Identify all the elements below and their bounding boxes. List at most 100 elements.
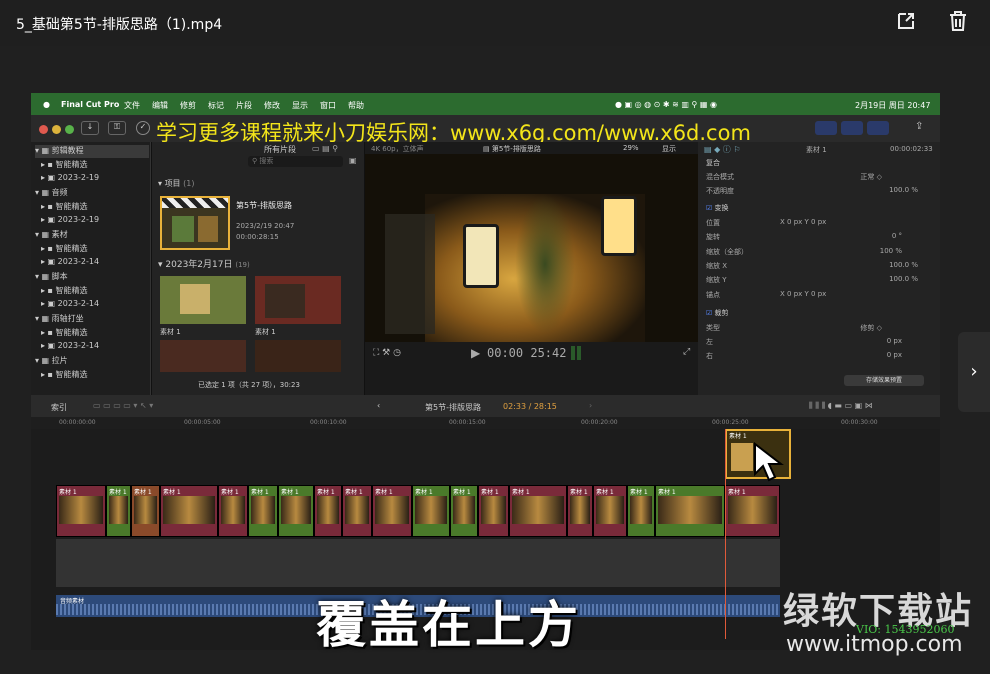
menu-window[interactable]: 窗口 <box>320 100 336 111</box>
timeline-clip[interactable]: 素材 1 <box>218 485 248 537</box>
search-input[interactable]: ⚲ 搜索 <box>248 156 343 167</box>
timeline-clip[interactable]: 素材 1 <box>314 485 342 537</box>
viewer-zoom[interactable]: 29% <box>623 144 639 152</box>
filmstrip-icon[interactable]: ▣ <box>349 156 357 165</box>
library-item[interactable]: ▸ ▪ 智能精选 <box>41 159 88 172</box>
history-back-icon[interactable]: ‹ <box>377 401 380 410</box>
import-icon[interactable]: ↓ <box>81 121 99 135</box>
inspector-row[interactable]: 旋转 0 ° <box>706 232 932 245</box>
minimize-window-button[interactable] <box>52 125 61 134</box>
library-item[interactable]: ▸ ▣ 2023-2-19 <box>41 215 99 228</box>
timeline-clip[interactable]: 素材 1 <box>278 485 314 537</box>
zoom-window-button[interactable] <box>65 125 74 134</box>
inspector-row[interactable]: 右0 px <box>706 351 932 364</box>
inspector-row[interactable]: 位置 X 0 px Y 0 px <box>706 218 932 231</box>
inspector-row[interactable]: 缩放 X 100.0 % <box>706 261 932 274</box>
library-item[interactable]: ▸ ▣ 2023-2-19 <box>41 173 99 186</box>
timeline-clip-label: 素材 1 <box>375 489 393 496</box>
timeline-clip[interactable]: 素材 1 <box>509 485 567 537</box>
check-icon[interactable]: ✓ <box>136 121 150 135</box>
timeline-clip[interactable]: 素材 1 <box>627 485 655 537</box>
share-icon[interactable] <box>894 10 918 34</box>
library-toggle-icon[interactable] <box>815 121 837 135</box>
share-export-icon[interactable]: ⇪ <box>915 121 931 135</box>
save-preset-button[interactable]: 存储效果预置 <box>844 375 924 386</box>
timeline-project[interactable]: 第5节-排版思路 <box>425 402 481 413</box>
timeline-clip[interactable]: 素材 1 <box>372 485 412 537</box>
history-forward-icon[interactable]: › <box>589 401 592 410</box>
fullscreen-icon[interactable]: ⤢ <box>683 347 690 357</box>
trash-icon[interactable] <box>946 10 970 34</box>
library-item[interactable]: ▾ ▦ 雨轴打坐 <box>35 313 84 326</box>
timeline-clip[interactable]: 素材 1 <box>478 485 509 537</box>
index-button[interactable]: 索引 <box>51 402 67 413</box>
timeline-clip[interactable]: 素材 1 <box>131 485 160 537</box>
library-item[interactable]: ▾ ▦ 素材 <box>35 229 68 242</box>
viewer-tools-icons[interactable]: ⛶ ⚒ ◷ <box>373 348 401 358</box>
timeline-clip[interactable]: 素材 1 <box>725 485 780 537</box>
menu-file[interactable]: 文件 <box>124 100 140 111</box>
timeline-clip[interactable]: 素材 1 <box>412 485 450 537</box>
play-icon[interactable]: ▶ <box>471 346 480 360</box>
menu-mark[interactable]: 标记 <box>208 100 224 111</box>
library-item[interactable]: ▸ ▪ 智能精选 <box>41 201 88 214</box>
playhead[interactable] <box>725 429 726 639</box>
key-icon[interactable]: ⚿ <box>108 121 126 135</box>
library-item[interactable]: ▾ ▦ 拉片 <box>35 355 68 368</box>
project-thumbnail[interactable] <box>160 196 230 250</box>
clip-thumbnail[interactable] <box>255 276 341 324</box>
clip-thumbnail[interactable] <box>160 276 246 324</box>
app-menu[interactable]: Final Cut Pro <box>61 100 119 109</box>
inspector-section[interactable]: ☑ 裁剪 <box>706 308 932 321</box>
inspector-row[interactable]: 锚点 X 0 px Y 0 px <box>706 290 932 303</box>
inspector-row[interactable]: 类型 修剪 ◇ <box>706 323 932 336</box>
library-item[interactable]: ▸ ▣ 2023-2-14 <box>41 299 99 312</box>
inspector-section[interactable]: ☑ 变换 <box>706 203 932 216</box>
inspector-row[interactable]: 缩放（全部） 100 % <box>706 247 932 260</box>
library-item[interactable]: ▾ ▦ 音频 <box>35 187 68 200</box>
inspector-tab-icons[interactable]: ▤ ◆ ⓘ ⚐ <box>704 144 741 155</box>
menu-help[interactable]: 帮助 <box>348 100 364 111</box>
library-item[interactable]: ▾ ▦ 剪辑教程 <box>35 145 149 158</box>
timeline-clip[interactable]: 素材 1 <box>56 485 106 537</box>
browser-view-icons[interactable]: ▭ ▤ ⚲ <box>312 144 338 153</box>
library-item[interactable]: ▸ ▪ 智能精选 <box>41 327 88 340</box>
library-item[interactable]: ▾ ▦ 脚本 <box>35 271 68 284</box>
menu-view[interactable]: 显示 <box>292 100 308 111</box>
close-window-button[interactable] <box>39 125 48 134</box>
timeline-clip[interactable]: 素材 1 <box>593 485 627 537</box>
timeline-clip[interactable]: 素材 1 <box>567 485 593 537</box>
inspector-toggle-icon[interactable] <box>867 121 889 135</box>
inspector-row[interactable]: 缩放 Y 100.0 % <box>706 275 932 288</box>
library-item[interactable]: ▸ ▪ 智能精选 <box>41 369 88 382</box>
timeline-clip[interactable]: 素材 1 <box>655 485 725 537</box>
clip-thumbnail[interactable] <box>160 340 246 372</box>
timeline-toggle-icon[interactable] <box>841 121 863 135</box>
inspector-row[interactable]: 左0 px <box>706 337 932 350</box>
viewer-display[interactable]: 显示 <box>662 144 676 154</box>
menu-edit[interactable]: 编辑 <box>152 100 168 111</box>
video-frame[interactable]: ● Final Cut Pro 文件 编辑 修剪 标记 片段 修改 显示 窗口 … <box>31 93 940 650</box>
library-item[interactable]: ▸ ▣ 2023-2-14 <box>41 341 99 354</box>
clip-thumbnail[interactable] <box>255 340 341 372</box>
timeline-clip[interactable]: 素材 1 <box>106 485 131 537</box>
clip-filter[interactable]: 所有片段 <box>264 144 296 155</box>
inspector-row[interactable]: 混合模式 正常 ◇ <box>706 172 932 185</box>
timeline-view-icons[interactable]: ⫼ ⫼ ⫼ ◖ ▬ ▭ ▣ ⋈ <box>809 401 873 411</box>
timeline-clip[interactable]: 素材 1 <box>342 485 372 537</box>
menu-trim[interactable]: 修剪 <box>180 100 196 111</box>
menu-modify[interactable]: 修改 <box>264 100 280 111</box>
timeline-clip[interactable]: 素材 1 <box>248 485 278 537</box>
timeline-clip[interactable]: 素材 1 <box>160 485 218 537</box>
apple-menu-icon[interactable]: ● <box>43 100 50 109</box>
inspector-section[interactable]: 复合 <box>706 158 932 171</box>
viewer-image[interactable] <box>365 154 698 342</box>
inspector-row[interactable]: 不透明度 100.0 % <box>706 186 932 199</box>
menu-clip[interactable]: 片段 <box>236 100 252 111</box>
library-item[interactable]: ▸ ▪ 智能精选 <box>41 285 88 298</box>
library-item[interactable]: ▸ ▪ 智能精选 <box>41 243 88 256</box>
edit-tools-icons[interactable]: ▭ ▭ ▭ ▭ ▾ ↖ ▾ <box>93 401 153 410</box>
timeline-clip[interactable]: 素材 1 <box>450 485 478 537</box>
next-arrow-icon[interactable]: › <box>958 332 990 412</box>
library-item[interactable]: ▸ ▣ 2023-2-14 <box>41 257 99 270</box>
